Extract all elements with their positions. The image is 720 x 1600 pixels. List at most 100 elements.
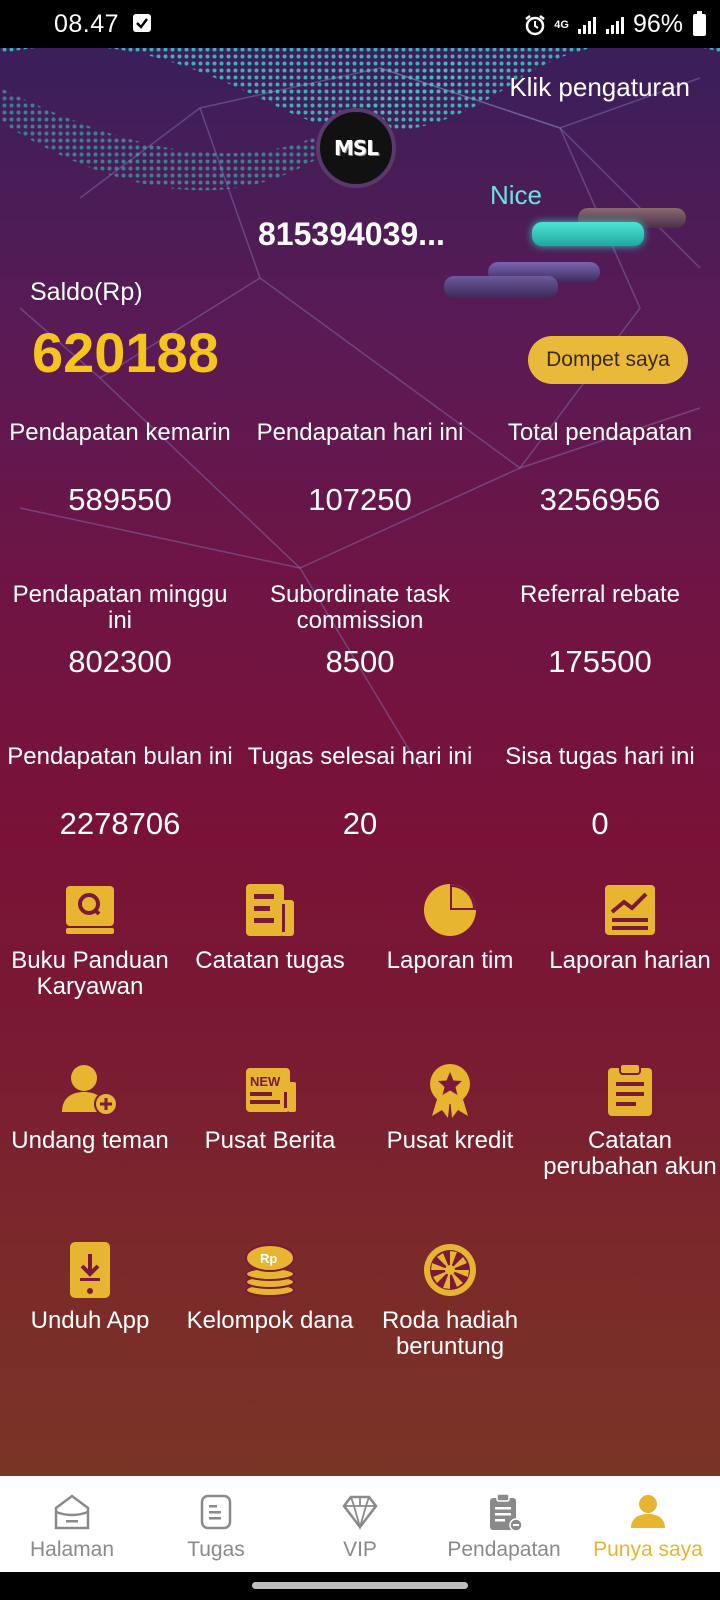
app-screen: 08.47 4G 96% Klik pengaturan MSL 8153940…	[0, 0, 720, 1600]
status-time: 08.47	[54, 10, 120, 38]
stat-value: 20	[342, 806, 378, 841]
battery-icon	[693, 10, 706, 36]
menu-invite-friends[interactable]: Undang teman	[0, 1060, 180, 1154]
stat-value: 3256956	[539, 482, 661, 517]
menu-label: Catatan perubahan akun	[543, 1127, 717, 1180]
stat-label: Pendapatan bulan ini	[7, 743, 233, 770]
bottom-navigation: Halaman Tugas VIP Pendapatan Punya saya	[0, 1476, 720, 1572]
menu-label: Kelompok dana	[186, 1307, 354, 1334]
nav-label: Halaman	[29, 1538, 115, 1561]
stat-tasks-remaining-today: Sisa tugas hari ini 0	[480, 744, 720, 842]
balance-label: Saldo(Rp)	[30, 278, 143, 306]
my-wallet-button[interactable]: Dompet saya	[528, 336, 688, 384]
earnings-icon	[484, 1492, 524, 1532]
stat-value: 8500	[325, 644, 395, 679]
nav-label: VIP	[343, 1538, 377, 1561]
menu-label: Undang teman	[11, 1127, 169, 1154]
menu-task-records[interactable]: Catatan tugas	[180, 880, 360, 974]
stat-yesterday-income: Pendapatan kemarin 589550	[0, 420, 240, 518]
profile-icon	[628, 1492, 668, 1532]
level-bar-decoration-3	[444, 276, 558, 298]
menu-label: Pusat kredit	[386, 1127, 514, 1154]
menu-account-changes[interactable]: Catatan perubahan akun	[540, 1060, 720, 1180]
diamond-icon	[340, 1492, 380, 1532]
nav-label: Tugas	[187, 1538, 245, 1561]
menu-label: Pusat Berita	[204, 1127, 336, 1154]
notification-check-icon	[133, 14, 151, 32]
menu-team-report[interactable]: Laporan tim	[360, 880, 540, 974]
menu-fund-group[interactable]: Rp Kelompok dana	[180, 1240, 360, 1334]
level-badge-label: Nice	[490, 180, 543, 210]
stat-today-income: Pendapatan hari ini 107250	[240, 420, 480, 518]
profile-page: Klik pengaturan MSL 815394039... Nice Sa…	[0, 48, 720, 1476]
coin-stack-icon: Rp	[240, 1240, 300, 1300]
stat-label: Pendapatan kemarin	[9, 419, 231, 446]
menu-label: Laporan harian	[549, 947, 711, 974]
menu-label: Catatan tugas	[195, 947, 345, 974]
stat-referral-rebate: Referral rebate 175500	[480, 582, 720, 680]
nav-label: Pendapatan	[447, 1538, 561, 1561]
news-tag: NEW	[250, 1074, 281, 1089]
stat-label: Sisa tugas hari ini	[505, 743, 695, 770]
menu-credit-center[interactable]: Pusat kredit	[360, 1060, 540, 1154]
stat-tasks-done-today: Tugas selesai hari ini 20	[240, 744, 480, 842]
avatar[interactable]: MSL	[316, 108, 396, 188]
alarm-icon	[525, 14, 546, 35]
menu-label: Buku Panduan Karyawan	[11, 947, 169, 1000]
status-bar: 08.47 4G 96%	[0, 0, 720, 48]
pie-chart-icon	[420, 880, 480, 940]
tasks-icon	[196, 1492, 236, 1532]
stat-label: Subordinate task commission	[269, 581, 451, 634]
gesture-handle[interactable]	[252, 1582, 468, 1589]
menu-label: Roda hadiah beruntung	[381, 1307, 519, 1360]
battery-percent: 96%	[632, 10, 683, 38]
menu-label: Laporan tim	[386, 947, 514, 974]
user-id: 815394039...	[258, 216, 445, 252]
stat-value: 589550	[68, 482, 172, 517]
avatar-logo: MSL	[333, 136, 379, 160]
settings-link[interactable]: Klik pengaturan	[509, 72, 690, 103]
lucky-wheel-icon	[420, 1240, 480, 1300]
stat-total-income: Total pendapatan 3256956	[480, 420, 720, 518]
clipboard-icon	[600, 1060, 660, 1120]
coin-tag: Rp	[260, 1251, 277, 1266]
stat-label: Total pendapatan	[507, 419, 693, 446]
stat-label: Tugas selesai hari ini	[247, 743, 473, 770]
nav-tasks[interactable]: Tugas	[144, 1476, 288, 1572]
nav-home[interactable]: Halaman	[0, 1476, 144, 1572]
task-record-icon	[240, 880, 300, 940]
home-icon	[52, 1492, 92, 1532]
stat-value: 802300	[68, 644, 172, 679]
stat-value: 2278706	[59, 806, 181, 841]
add-user-icon	[60, 1060, 120, 1120]
stat-label: Pendapatan hari ini	[256, 419, 464, 446]
stat-value: 175500	[548, 644, 652, 679]
stat-label: Pendapatan minggu ini	[12, 581, 228, 634]
stat-value: 107250	[308, 482, 412, 517]
nav-vip[interactable]: VIP	[288, 1476, 432, 1572]
handbook-icon	[60, 880, 120, 940]
status-icons: 4G 96%	[524, 10, 706, 39]
menu-lucky-wheel[interactable]: Roda hadiah beruntung	[360, 1240, 540, 1360]
nav-earnings[interactable]: Pendapatan	[432, 1476, 576, 1572]
stat-label: Referral rebate	[519, 581, 681, 608]
gesture-area	[0, 1572, 720, 1600]
stat-week-income: Pendapatan minggu ini 802300	[0, 582, 240, 680]
menu-label: Unduh App	[30, 1307, 150, 1334]
level-bar-active	[532, 222, 644, 246]
menu-download-app[interactable]: Unduh App	[0, 1240, 180, 1334]
trend-report-icon	[600, 880, 660, 940]
menu-daily-report[interactable]: Laporan harian	[540, 880, 720, 974]
stat-subordinate-commission: Subordinate task commission 8500	[240, 582, 480, 680]
signal-icon-2	[605, 16, 624, 34]
download-phone-icon	[60, 1240, 120, 1300]
news-icon: NEW	[240, 1060, 300, 1120]
menu-news-center[interactable]: NEW Pusat Berita	[180, 1060, 360, 1154]
credit-badge-icon	[420, 1060, 480, 1120]
nav-profile[interactable]: Punya saya	[576, 1476, 720, 1572]
stat-value: 0	[591, 806, 609, 841]
nav-label: Punya saya	[593, 1538, 703, 1561]
menu-employee-handbook[interactable]: Buku Panduan Karyawan	[0, 880, 180, 1000]
signal-icon	[577, 16, 596, 34]
balance-value: 620188	[32, 321, 219, 384]
